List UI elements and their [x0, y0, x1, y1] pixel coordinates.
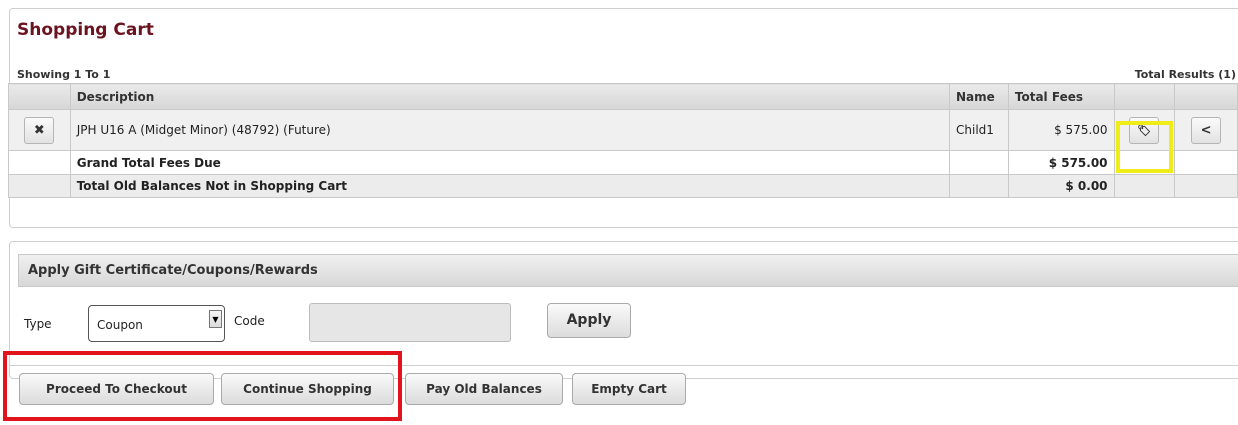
code-label: Code: [234, 314, 265, 328]
table-row: ✖ JPH U16 A (Midget Minor) (48792) (Futu…: [8, 109, 1238, 151]
coupon-header: Apply Gift Certificate/Coupons/Rewards: [18, 254, 1238, 287]
share-icon: <: [1200, 122, 1212, 138]
tag-icon: 🏷: [1137, 123, 1152, 137]
grand-total-value: $ 575.00: [1007, 150, 1115, 175]
type-label: Type: [24, 317, 52, 331]
continue-shopping-button[interactable]: Continue Shopping: [221, 373, 394, 405]
item-name: Child1: [949, 109, 1009, 151]
apply-discount-button[interactable]: 🏷: [1129, 116, 1160, 144]
code-input[interactable]: [309, 303, 511, 342]
proceed-to-checkout-button[interactable]: Proceed To Checkout: [19, 373, 214, 405]
total-results: Total Results (1): [1134, 68, 1236, 81]
grand-total-label: Grand Total Fees Due: [69, 150, 951, 175]
column-header-action: [8, 83, 71, 110]
apply-button[interactable]: Apply: [547, 303, 631, 338]
column-header-extra-2: [1174, 83, 1238, 110]
item-fee: $ 575.00: [1007, 109, 1115, 151]
old-balance-label: Total Old Balances Not in Shopping Cart: [69, 174, 951, 198]
close-icon: ✖: [33, 122, 45, 138]
chevron-down-icon[interactable]: ▼: [209, 310, 222, 328]
showing-range: Showing 1 To 1: [17, 68, 111, 81]
column-header-total-fees: Total Fees: [1007, 83, 1115, 110]
column-header-description: Description: [69, 83, 951, 110]
old-balance-row: Total Old Balances Not in Shopping Cart …: [8, 174, 1238, 198]
remove-item-button[interactable]: ✖: [24, 116, 55, 144]
share-button[interactable]: <: [1191, 116, 1222, 144]
pay-old-balances-button[interactable]: Pay Old Balances: [405, 373, 563, 405]
table-header-row: Description Name Total Fees: [8, 83, 1238, 110]
tag-cell: 🏷: [1113, 109, 1176, 151]
coupon-panel: Apply Gift Certificate/Coupons/Rewards T…: [9, 241, 1238, 379]
page-title: Shopping Cart: [17, 20, 154, 40]
share-cell: <: [1174, 109, 1238, 151]
old-balance-value: $ 0.00: [1007, 174, 1115, 198]
column-header-name: Name: [949, 83, 1009, 110]
type-select-value: Coupon: [97, 318, 143, 332]
item-description: JPH U16 A (Midget Minor) (48792) (Future…: [69, 109, 951, 151]
column-header-extra-1: [1113, 83, 1176, 110]
cart-table: Description Name Total Fees ✖ JPH U16 A …: [8, 83, 1238, 198]
type-select[interactable]: Coupon ▼: [88, 305, 225, 342]
grand-total-row: Grand Total Fees Due $ 575.00: [8, 150, 1238, 175]
remove-cell: ✖: [8, 109, 71, 151]
empty-cart-button[interactable]: Empty Cart: [572, 373, 686, 405]
